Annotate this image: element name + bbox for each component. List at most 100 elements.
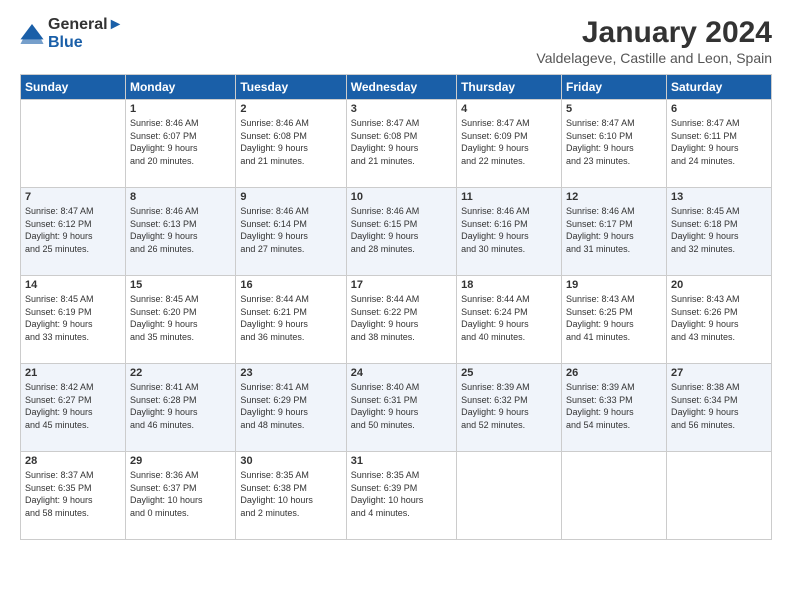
day-number: 13 — [671, 191, 767, 203]
calendar-cell: 22Sunrise: 8:41 AM Sunset: 6:28 PM Dayli… — [125, 364, 235, 452]
day-number: 24 — [351, 367, 452, 379]
calendar-cell — [666, 452, 771, 540]
day-number: 8 — [130, 191, 231, 203]
logo-line2: Blue — [48, 34, 123, 52]
calendar-cell: 11 Sunrise: 8:46 AM Sunset: 6:16 PM Dayli… — [457, 188, 562, 276]
calendar-cell: 28 Sunrise: 8:37 AM Sunset: 6:35 PM Dayli… — [21, 452, 126, 540]
day-number: 17 — [351, 279, 452, 291]
calendar-cell: 6Sunrise: 8:47 AM Sunset: 6:11 PM Daylig… — [666, 100, 771, 188]
day-info: Sunrise: 8:39 AM Sunset: 6:32 PM Dayligh… — [461, 381, 557, 431]
day-number: 5 — [566, 103, 662, 115]
logo: General► Blue — [20, 16, 123, 51]
day-number: 21 — [25, 367, 121, 379]
day-number: 27 — [671, 367, 767, 379]
day-info: Sunrise: 8:46 AM Sunset: 6:17 PM Dayligh… — [566, 205, 662, 255]
calendar-cell: 3Sunrise: 8:47 AM Sunset: 6:08 PM Daylig… — [346, 100, 456, 188]
day-info: Sunrise: 8:39 AM Sunset: 6:33 PM Dayligh… — [566, 381, 662, 431]
day-number: 7 — [25, 191, 121, 203]
week-row-4: 21Sunrise: 8:42 AM Sunset: 6:27 PM Dayli… — [21, 364, 772, 452]
day-info: Sunrise: 8:40 AM Sunset: 6:31 PM Dayligh… — [351, 381, 452, 431]
calendar-cell: 9Sunrise: 8:46 AM Sunset: 6:14 PM Daylig… — [236, 188, 346, 276]
day-info: Sunrise: 8:46 AM Sunset: 6:08 PM Dayligh… — [240, 117, 341, 167]
month-title: January 2024 — [536, 16, 772, 50]
day-number: 28 — [25, 455, 121, 467]
day-info: Sunrise: 8:43 AM Sunset: 6:25 PM Dayligh… — [566, 293, 662, 343]
calendar-cell: 20Sunrise: 8:43 AM Sunset: 6:26 PM Dayli… — [666, 276, 771, 364]
calendar-cell: 30Sunrise: 8:35 AM Sunset: 6:38 PM Dayli… — [236, 452, 346, 540]
day-number: 14 — [25, 279, 121, 291]
day-number: 19 — [566, 279, 662, 291]
week-row-3: 14 Sunrise: 8:45 AM Sunset: 6:19 PM Dayli… — [21, 276, 772, 364]
calendar-cell: 1Sunrise: 8:46 AM Sunset: 6:07 PM Daylig… — [125, 100, 235, 188]
calendar-cell: 31Sunrise: 8:35 AM Sunset: 6:39 PM Dayli… — [346, 452, 456, 540]
calendar-cell: 5 Sunrise: 8:47 AM Sunset: 6:10 PM Daylig… — [562, 100, 667, 188]
calendar-cell: 29 Sunrise: 8:36 AM Sunset: 6:37 PM Dayli… — [125, 452, 235, 540]
calendar-cell: 8Sunrise: 8:46 AM Sunset: 6:13 PM Daylig… — [125, 188, 235, 276]
calendar-cell — [562, 452, 667, 540]
day-info: Sunrise: 8:37 AM Sunset: 6:35 PM Dayligh… — [25, 469, 121, 519]
calendar-cell: 7 Sunrise: 8:47 AM Sunset: 6:12 PM Daylig… — [21, 188, 126, 276]
day-number: 25 — [461, 367, 557, 379]
header-monday: Monday — [125, 75, 235, 100]
day-number: 23 — [240, 367, 341, 379]
day-number: 29 — [130, 455, 231, 467]
day-number: 16 — [240, 279, 341, 291]
header: General► Blue January 2024 Valdelageve, … — [20, 16, 772, 66]
header-friday: Friday — [562, 75, 667, 100]
day-info: Sunrise: 8:44 AM Sunset: 6:21 PM Dayligh… — [240, 293, 341, 343]
calendar-cell: 14 Sunrise: 8:45 AM Sunset: 6:19 PM Dayli… — [21, 276, 126, 364]
day-info: Sunrise: 8:41 AM Sunset: 6:29 PM Dayligh… — [240, 381, 341, 431]
header-thursday: Thursday — [457, 75, 562, 100]
day-info: Sunrise: 8:46 AM Sunset: 6:15 PM Dayligh… — [351, 205, 452, 255]
calendar-table: Sunday Monday Tuesday Wednesday Thursday… — [20, 74, 772, 540]
calendar-cell: 23 Sunrise: 8:41 AM Sunset: 6:29 PM Dayli… — [236, 364, 346, 452]
calendar-cell: 21Sunrise: 8:42 AM Sunset: 6:27 PM Dayli… — [21, 364, 126, 452]
day-info: Sunrise: 8:47 AM Sunset: 6:08 PM Dayligh… — [351, 117, 452, 167]
day-number: 10 — [351, 191, 452, 203]
header-wednesday: Wednesday — [346, 75, 456, 100]
calendar-cell: 16 Sunrise: 8:44 AM Sunset: 6:21 PM Dayli… — [236, 276, 346, 364]
calendar-header-row: Sunday Monday Tuesday Wednesday Thursday… — [21, 75, 772, 100]
day-number: 18 — [461, 279, 557, 291]
day-info: Sunrise: 8:44 AM Sunset: 6:22 PM Dayligh… — [351, 293, 452, 343]
calendar-cell — [457, 452, 562, 540]
calendar-cell: 15Sunrise: 8:45 AM Sunset: 6:20 PM Dayli… — [125, 276, 235, 364]
day-info: Sunrise: 8:45 AM Sunset: 6:19 PM Dayligh… — [25, 293, 121, 343]
calendar-cell: 10 Sunrise: 8:46 AM Sunset: 6:15 PM Dayli… — [346, 188, 456, 276]
day-number: 15 — [130, 279, 231, 291]
calendar-cell: 12Sunrise: 8:46 AM Sunset: 6:17 PM Dayli… — [562, 188, 667, 276]
day-info: Sunrise: 8:46 AM Sunset: 6:14 PM Dayligh… — [240, 205, 341, 255]
header-saturday: Saturday — [666, 75, 771, 100]
day-info: Sunrise: 8:38 AM Sunset: 6:34 PM Dayligh… — [671, 381, 767, 431]
day-info: Sunrise: 8:35 AM Sunset: 6:39 PM Dayligh… — [351, 469, 452, 519]
day-number: 2 — [240, 103, 341, 115]
day-info: Sunrise: 8:45 AM Sunset: 6:18 PM Dayligh… — [671, 205, 767, 255]
week-row-2: 7 Sunrise: 8:47 AM Sunset: 6:12 PM Daylig… — [21, 188, 772, 276]
day-info: Sunrise: 8:47 AM Sunset: 6:09 PM Dayligh… — [461, 117, 557, 167]
calendar-cell: 27 Sunrise: 8:38 AM Sunset: 6:34 PM Dayli… — [666, 364, 771, 452]
title-block: January 2024 Valdelageve, Castille and L… — [536, 16, 772, 66]
day-info: Sunrise: 8:47 AM Sunset: 6:10 PM Dayligh… — [566, 117, 662, 167]
calendar-cell: 4 Sunrise: 8:47 AM Sunset: 6:09 PM Daylig… — [457, 100, 562, 188]
page: General► Blue January 2024 Valdelageve, … — [0, 0, 792, 612]
calendar-cell: 25 Sunrise: 8:39 AM Sunset: 6:32 PM Dayli… — [457, 364, 562, 452]
day-info: Sunrise: 8:36 AM Sunset: 6:37 PM Dayligh… — [130, 469, 231, 519]
calendar-cell: 17 Sunrise: 8:44 AM Sunset: 6:22 PM Dayli… — [346, 276, 456, 364]
day-info: Sunrise: 8:44 AM Sunset: 6:24 PM Dayligh… — [461, 293, 557, 343]
logo-line1: General► — [48, 16, 123, 34]
day-number: 4 — [461, 103, 557, 115]
day-number: 11 — [461, 191, 557, 203]
day-info: Sunrise: 8:46 AM Sunset: 6:16 PM Dayligh… — [461, 205, 557, 255]
day-info: Sunrise: 8:47 AM Sunset: 6:12 PM Dayligh… — [25, 205, 121, 255]
day-number: 22 — [130, 367, 231, 379]
day-info: Sunrise: 8:35 AM Sunset: 6:38 PM Dayligh… — [240, 469, 341, 519]
week-row-5: 28 Sunrise: 8:37 AM Sunset: 6:35 PM Dayli… — [21, 452, 772, 540]
calendar-cell: 13 Sunrise: 8:45 AM Sunset: 6:18 PM Dayli… — [666, 188, 771, 276]
calendar-cell: 2 Sunrise: 8:46 AM Sunset: 6:08 PM Daylig… — [236, 100, 346, 188]
day-number: 20 — [671, 279, 767, 291]
header-sunday: Sunday — [21, 75, 126, 100]
week-row-1: 1Sunrise: 8:46 AM Sunset: 6:07 PM Daylig… — [21, 100, 772, 188]
day-number: 26 — [566, 367, 662, 379]
day-info: Sunrise: 8:46 AM Sunset: 6:07 PM Dayligh… — [130, 117, 231, 167]
day-number: 6 — [671, 103, 767, 115]
